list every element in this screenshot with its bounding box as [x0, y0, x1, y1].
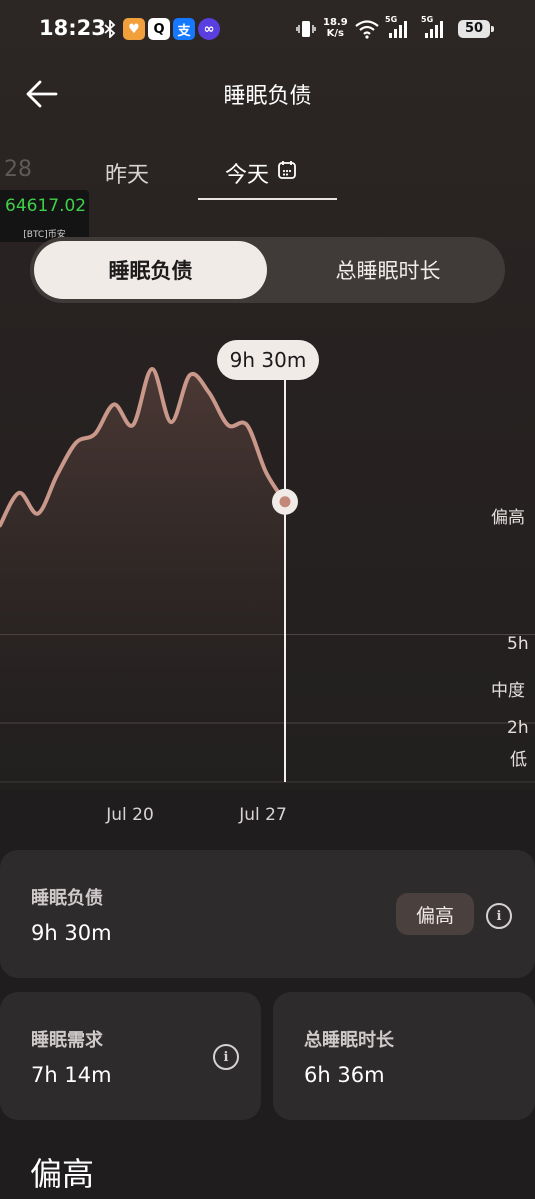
- total-sleep-card-value: 6h 36m: [304, 1063, 385, 1087]
- x-tick-label: Jul 20: [105, 805, 154, 825]
- signal-1-icon: [389, 18, 407, 38]
- chart-area-fill: [0, 368, 285, 782]
- status-time: 18:23: [39, 16, 106, 40]
- wifi-icon: [354, 18, 380, 40]
- threshold-label-5h: 5h: [507, 634, 529, 654]
- sleep-need-card-value: 7h 14m: [31, 1063, 112, 1087]
- tab-previous-day[interactable]: 28: [4, 157, 32, 182]
- heart-app-icon: ♥: [123, 18, 145, 40]
- total-sleep-card[interactable]: 总睡眠时长 6h 36m: [273, 992, 535, 1120]
- sleep-need-card-label: 睡眠需求: [31, 1030, 103, 1051]
- calendar-icon: [277, 160, 297, 186]
- tab-yesterday[interactable]: 昨天: [105, 157, 149, 189]
- alipay-app-icon: 支: [173, 18, 195, 40]
- battery-indicator: 50: [458, 20, 494, 38]
- page-title: 睡眠负债: [223, 84, 312, 109]
- sleep-debt-chart[interactable]: Jul 20 Jul 27: [0, 330, 535, 830]
- view-segmented-control: 睡眠负债 总睡眠时长: [30, 237, 505, 303]
- sleep-debt-info-icon[interactable]: i: [486, 903, 512, 929]
- tab-today-label: 今天: [225, 163, 270, 188]
- vibrate-icon: [296, 18, 316, 40]
- signal-2-icon: [425, 18, 443, 38]
- threshold-label-2h: 2h: [507, 718, 529, 738]
- tab-today[interactable]: 今天: [225, 157, 297, 189]
- x-tick-label: Jul 27: [238, 805, 287, 825]
- active-tab-indicator: [198, 198, 337, 200]
- sleep-need-info-icon[interactable]: i: [213, 1044, 239, 1070]
- chart-selected-point-core: [279, 496, 291, 508]
- segment-total-sleep[interactable]: 总睡眠时长: [275, 241, 501, 299]
- level-heading: 偏高: [30, 1155, 95, 1193]
- sleep-debt-card-value: 9h 30m: [31, 921, 112, 945]
- network-speed: 18.9 K/s: [323, 17, 348, 39]
- level-label-high: 偏高: [491, 508, 525, 528]
- status-bar: 18:23 ♥ Q 支 ∞ 18.9 K/s 5G 5G 50: [0, 0, 535, 58]
- chart-tooltip: 9h 30m: [217, 340, 319, 380]
- segment-sleep-debt[interactable]: 睡眠负债: [34, 241, 267, 299]
- level-label-medium: 中度: [491, 681, 525, 701]
- quark-app-icon: Q: [148, 18, 170, 40]
- sleep-debt-card-label: 睡眠负债: [31, 888, 103, 909]
- total-sleep-card-label: 总睡眠时长: [304, 1030, 394, 1051]
- level-label-low: 低: [510, 750, 527, 770]
- link-app-icon: ∞: [198, 18, 220, 40]
- overlay-price: 64617.02: [5, 196, 87, 216]
- price-overlay-widget[interactable]: 64617.02 [BTC]币安: [0, 190, 89, 242]
- sleep-debt-level-badge: 偏高: [396, 893, 474, 935]
- bluetooth-icon: [104, 18, 116, 40]
